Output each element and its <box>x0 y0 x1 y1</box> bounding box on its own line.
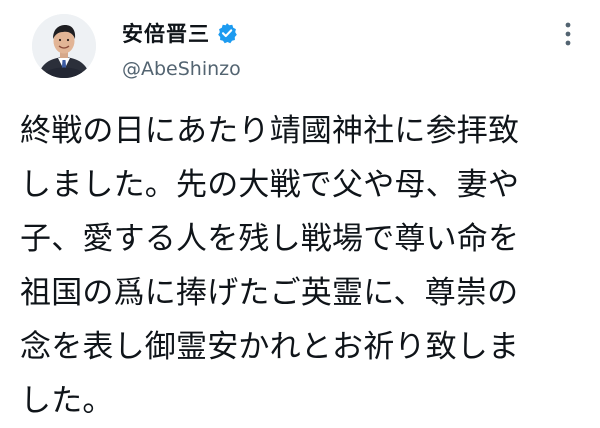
tweet-text-line: 念を表し御霊安かれとお祈り致しま <box>20 329 520 365</box>
tweet-text-line: した。 <box>20 383 114 419</box>
tweet-text-line: 子、愛する人を残し戦場で尊い命を <box>20 221 520 257</box>
author-display-name[interactable]: 安倍晋三 <box>122 18 210 48</box>
tweet-text-line: しました。先の大戦で父や母、妻や <box>20 167 520 203</box>
tweet-text-line: 終戦の日にあたり靖國神社に参拝致 <box>20 113 520 149</box>
tweet-text-line: 祖国の爲に捧げたご英霊に、尊崇の <box>20 275 519 311</box>
more-options-icon[interactable] <box>562 20 574 48</box>
verified-badge-icon <box>218 23 237 44</box>
profile-photo <box>32 14 96 78</box>
avatar[interactable] <box>32 14 96 78</box>
author-name-row: 安倍晋三 <box>122 20 238 46</box>
tweet-text: 終戦の日にあたり靖國神社に参拝致 しました。先の大戦で父や母、妻や 子、愛する人… <box>20 104 592 428</box>
tweet-card: 安倍晋三 @AbeShinzo 終戦の日にあたり靖國神社に参拝致 しました。先の… <box>0 0 600 426</box>
author-handle[interactable]: @AbeShinzo <box>122 58 241 80</box>
